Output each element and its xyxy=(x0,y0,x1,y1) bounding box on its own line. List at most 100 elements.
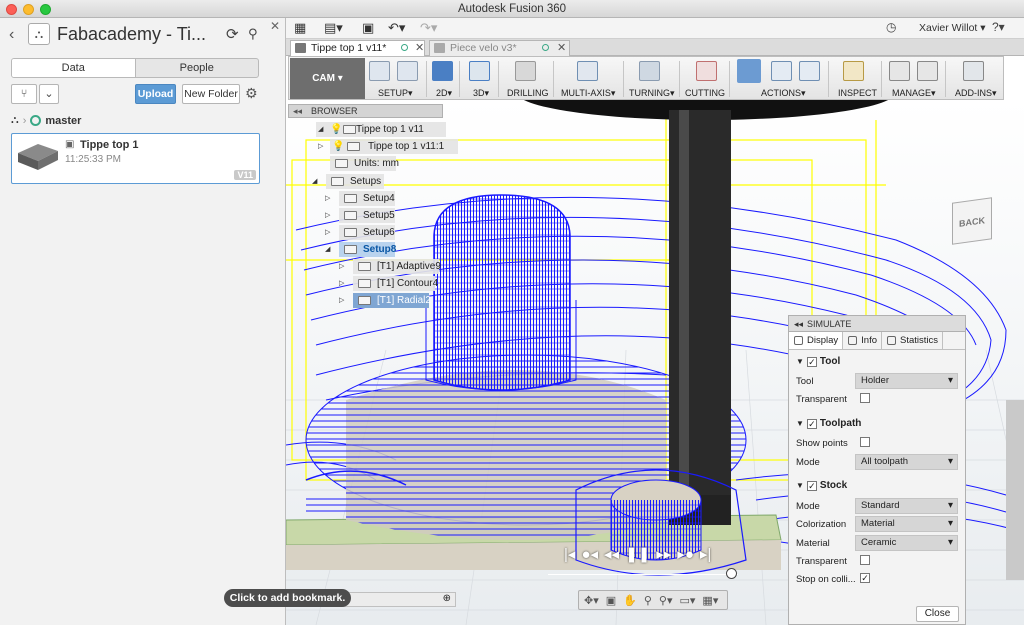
expand-triangle-icon[interactable]: ▷ xyxy=(318,139,323,154)
simulation-timeline-track[interactable] xyxy=(548,574,738,575)
ribbon-group-3d[interactable]: 3D▾ xyxy=(473,88,489,99)
multi-axis-icon[interactable] xyxy=(577,61,598,81)
tab-people[interactable]: People xyxy=(136,59,259,77)
grid-menu-icon[interactable]: ▦ xyxy=(294,20,306,36)
ribbon-group-inspect[interactable]: INSPECT xyxy=(838,88,877,98)
hub-icon[interactable]: ⛬ xyxy=(11,114,19,127)
step-back-icon[interactable]: ◂◂ xyxy=(604,545,619,563)
stock-visible-checkbox[interactable]: ✓ xyxy=(806,480,817,491)
measure-icon[interactable] xyxy=(843,61,864,81)
view-cube[interactable]: BACK xyxy=(952,197,992,245)
tab-statistics[interactable]: Statistics xyxy=(882,332,944,349)
job-status-icon[interactable]: ◷ xyxy=(886,20,896,34)
ribbon-group-multi-axis[interactable]: MULTI-AXIS▾ xyxy=(561,88,615,99)
ribbon-group-actions[interactable]: ACTIONS▾ xyxy=(761,88,806,99)
redo-icon[interactable]: ↷▾ xyxy=(420,20,437,36)
file-card[interactable]: ▣ Tippe top 1 11:25:33 PM V11 xyxy=(11,133,260,184)
collapse-triangle-icon[interactable]: ▼ xyxy=(796,419,804,428)
close-window-button[interactable] xyxy=(6,4,17,15)
colorization-select[interactable]: Material xyxy=(855,516,958,532)
visibility-bulb-icon[interactable]: 💡 xyxy=(332,139,344,154)
expand-triangle-icon[interactable]: ▷ xyxy=(325,191,330,206)
ribbon-group-cutting[interactable]: CUTTING xyxy=(685,88,725,98)
workspace-switcher[interactable]: CAM ▾ xyxy=(290,58,365,99)
gear-icon[interactable]: ⚙ xyxy=(245,85,258,102)
zoom-window-button[interactable] xyxy=(40,4,51,15)
browser-header[interactable]: ◂◂ BROWSER xyxy=(288,104,443,118)
stock-mode-select[interactable]: Standard xyxy=(855,498,958,514)
ribbon-group-setup[interactable]: SETUP▾ xyxy=(378,88,413,99)
tool-select[interactable]: Holder xyxy=(855,373,958,389)
collapse-browser-icon[interactable]: ◂◂ xyxy=(293,105,302,117)
ribbon-group-2d[interactable]: 2D▾ xyxy=(436,88,452,99)
ribbon-group-turning[interactable]: TURNING▾ xyxy=(629,88,675,99)
file-menu-icon[interactable]: ▤▾ xyxy=(324,20,343,36)
tab-piece-velo[interactable]: Piece velo v3* ✕ xyxy=(429,40,570,56)
collapse-triangle-icon[interactable]: ▼ xyxy=(796,357,804,366)
browser-item-units[interactable]: Units: mm xyxy=(330,156,399,171)
close-icon[interactable]: ✕ xyxy=(270,19,280,33)
collapse-triangle-icon[interactable]: ◢ xyxy=(325,242,330,257)
expand-triangle-icon[interactable]: ▷ xyxy=(339,276,344,291)
visibility-bulb-icon[interactable]: 💡 xyxy=(330,122,342,137)
ribbon-group-manage[interactable]: MANAGE▾ xyxy=(892,88,936,99)
collapse-triangle-icon[interactable]: ◢ xyxy=(318,122,323,137)
2d-milling-icon[interactable] xyxy=(432,61,453,81)
minimize-window-button[interactable] xyxy=(23,4,34,15)
skip-to-end-icon[interactable]: ▸| xyxy=(700,545,711,563)
3d-milling-icon[interactable] xyxy=(469,61,490,81)
save-icon[interactable]: ▣ xyxy=(362,20,374,36)
browser-item-radial2[interactable]: ▷ [T1] Radial2 xyxy=(339,293,431,308)
new-folder-button[interactable]: New Folder xyxy=(182,84,240,104)
expand-triangle-icon[interactable]: ▷ xyxy=(339,259,344,274)
search-icon[interactable]: ⚲ xyxy=(248,26,258,42)
back-chevron-icon[interactable]: ‹ xyxy=(9,26,14,44)
user-menu[interactable]: Xavier Willot ▾ xyxy=(919,22,986,34)
tool-visible-checkbox[interactable]: ✓ xyxy=(806,356,817,367)
browser-item-root[interactable]: ◢ 💡 Tippe top 1 v11 xyxy=(316,122,446,137)
undo-icon[interactable]: ↶▾ xyxy=(388,20,405,36)
toolpath-visible-checkbox[interactable]: ✓ xyxy=(806,418,817,429)
pause-icon[interactable]: ❚❚ xyxy=(625,545,650,563)
pan-icon[interactable]: ✋ xyxy=(623,594,637,607)
tab-display[interactable]: Display xyxy=(789,332,844,349)
tool-section[interactable]: ▼ ✓ Tool xyxy=(796,356,840,367)
chevron-down-icon[interactable]: ⌄ xyxy=(39,84,59,104)
tab-close-icon[interactable]: ✕ xyxy=(557,41,566,56)
browser-item-component[interactable]: ▷ 💡 Tippe top 1 v11:1 xyxy=(318,139,458,154)
grid-settings-icon[interactable]: ▦▾ xyxy=(702,594,718,607)
add-comment-icon[interactable]: ⊕ xyxy=(443,593,451,604)
material-select[interactable]: Ceramic xyxy=(855,535,958,551)
refresh-icon[interactable]: ⟳ xyxy=(226,25,239,43)
cutting-icon[interactable] xyxy=(696,61,717,81)
browser-item-setups[interactable]: ◢ Setups xyxy=(312,174,384,189)
setup-sheet-icon[interactable] xyxy=(397,61,418,81)
fit-icon[interactable]: ⚲▾ xyxy=(659,594,673,607)
simulate-icon[interactable] xyxy=(737,59,761,83)
stock-transparent-checkbox[interactable] xyxy=(860,555,870,565)
add-ins-icon[interactable] xyxy=(963,61,984,81)
previous-operation-icon[interactable]: ●◂ xyxy=(581,545,598,563)
ribbon-group-drilling[interactable]: DRILLING xyxy=(507,88,549,98)
help-icon[interactable]: ?▾ xyxy=(992,20,1005,34)
collapse-triangle-icon[interactable]: ▼ xyxy=(796,481,804,490)
stop-on-collision-checkbox[interactable]: ✓ xyxy=(860,573,870,583)
browser-item-setup5[interactable]: ▷ Setup5 xyxy=(325,208,395,223)
browser-item-contour4[interactable]: ▷ [T1] Contour4 xyxy=(339,276,438,291)
expand-triangle-icon[interactable]: ▷ xyxy=(325,208,330,223)
setup-icon[interactable] xyxy=(369,61,390,81)
stock-section[interactable]: ▼ ✓ Stock xyxy=(796,480,847,491)
toolpath-mode-select[interactable]: All toolpath xyxy=(855,454,958,470)
step-forward-icon[interactable]: ▸▸ xyxy=(656,545,671,563)
next-operation-icon[interactable]: ▸● xyxy=(677,545,694,563)
tab-data[interactable]: Data xyxy=(12,59,136,77)
collapse-panel-icon[interactable]: ◂◂ xyxy=(794,316,803,332)
ribbon-group-add-ins[interactable]: ADD-INS▾ xyxy=(955,88,997,99)
display-settings-icon[interactable]: ▭▾ xyxy=(680,594,696,607)
tool-transparent-checkbox[interactable] xyxy=(860,393,870,403)
collapse-triangle-icon[interactable]: ◢ xyxy=(312,174,317,189)
orbit-icon[interactable]: ✥▾ xyxy=(584,594,599,607)
setup-sheet-icon[interactable] xyxy=(799,61,820,81)
browser-item-setup6[interactable]: ▷ Setup6 xyxy=(325,225,395,240)
turning-icon[interactable] xyxy=(639,61,660,81)
